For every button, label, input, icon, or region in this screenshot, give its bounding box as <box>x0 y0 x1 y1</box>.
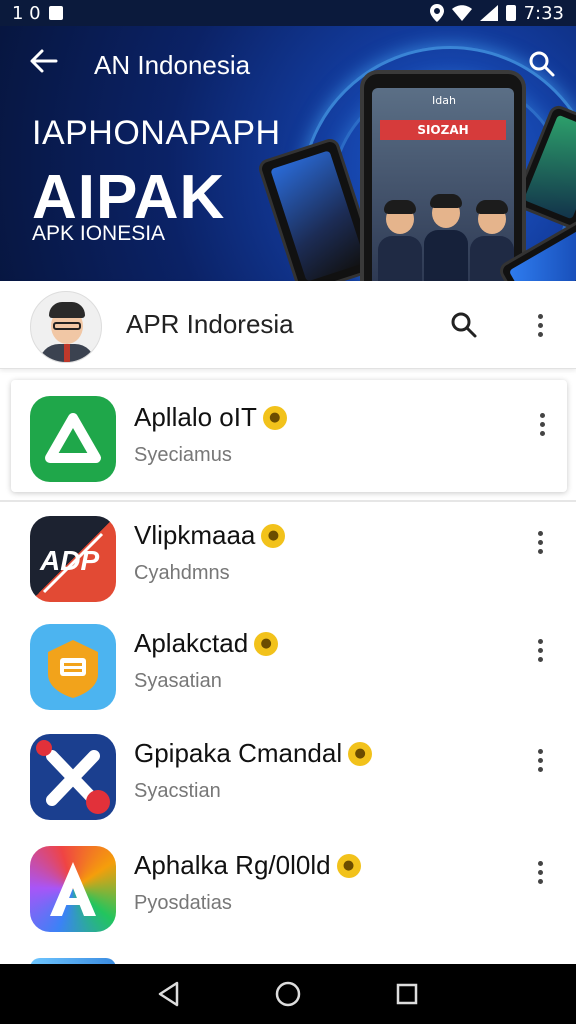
app-subtitle: Syasatian <box>134 670 222 692</box>
x-logo-icon <box>30 734 116 820</box>
home-circle-icon[interactable] <box>268 974 308 1014</box>
hero-banner: Idah SIOZAH AN Indonesia IAPHONAPAPH AIP… <box>0 26 576 281</box>
recents-square-icon[interactable] <box>387 974 427 1014</box>
app-title-text: Apllalo oIT <box>134 402 257 432</box>
verified-badge-icon: ● <box>254 631 279 656</box>
app-title: Aphalka Rg/0l0ld ● <box>134 850 361 881</box>
person-illustration <box>378 200 422 281</box>
phone-screen-text: Idah <box>432 94 456 107</box>
list-item[interactable]: Gpipaka Cmandal ● Syacstian <box>0 716 576 826</box>
app-title: Apllalo oIT ● <box>134 402 287 433</box>
status-left-text: 1 0 <box>12 2 41 24</box>
item-menu-icon[interactable] <box>522 404 562 444</box>
hero-subtitle: APK IONESIA <box>32 222 166 245</box>
app-title: Gpipaka Cmandal ● <box>134 738 373 769</box>
search-icon[interactable] <box>444 305 484 345</box>
app-header: APR Indoresia <box>0 281 576 369</box>
navigation-bar <box>0 964 576 1024</box>
app-title-text: Aplakctad <box>134 628 249 658</box>
verified-badge-icon: ● <box>262 405 287 430</box>
app-subtitle: Syeciamus <box>134 444 232 466</box>
app-subtitle: Syacstian <box>134 780 221 802</box>
wifi-icon <box>451 5 472 21</box>
overflow-menu-icon[interactable] <box>520 305 560 345</box>
person-illustration <box>424 194 468 281</box>
signal-icon <box>479 5 498 21</box>
phone-screen-banner: SIOZAH <box>380 120 506 140</box>
list-item[interactable]: Aphalka Rg/0l0ld ● Pyosdatias <box>0 828 576 938</box>
verified-badge-icon: ● <box>336 853 361 878</box>
page-title: APR Indoresia <box>126 309 294 339</box>
app-title-text: Gpipaka Cmandal <box>134 738 343 768</box>
list-item[interactable]: ADP Vlipkmaaa ● Cyahdmns <box>0 498 576 608</box>
adp-logo-icon: ADP <box>30 516 116 602</box>
hero-headline-top: IAPHONAPAPH <box>32 114 281 152</box>
back-triangle-icon[interactable] <box>149 974 189 1014</box>
verified-badge-icon: ● <box>348 741 373 766</box>
hero-title: AN Indonesia <box>94 50 251 80</box>
item-menu-icon[interactable] <box>520 630 560 670</box>
phone-illustration: Idah SIOZAH <box>360 70 526 281</box>
location-icon <box>429 4 444 22</box>
avatar[interactable] <box>30 291 102 363</box>
svg-text:ADP: ADP <box>39 545 99 576</box>
rainbow-a-icon <box>30 846 116 932</box>
app-subtitle: Cyahdmns <box>134 562 230 584</box>
drive-triangle-icon <box>30 396 116 482</box>
item-menu-icon[interactable] <box>520 740 560 780</box>
search-icon[interactable] <box>528 50 558 80</box>
item-menu-icon[interactable] <box>520 852 560 892</box>
app-title-text: Aphalka Rg/0l0ld <box>134 850 331 880</box>
list-item[interactable]: Aplakctad ● Syasatian <box>0 606 576 716</box>
app-title: Vlipkmaaa ● <box>134 520 286 551</box>
notification-icon <box>48 6 63 20</box>
item-menu-icon[interactable] <box>520 522 560 562</box>
back-arrow-icon[interactable] <box>28 46 64 82</box>
shield-document-icon <box>30 624 116 710</box>
battery-icon <box>505 5 516 21</box>
app-subtitle: Pyosdatias <box>134 892 232 914</box>
app-title-text: Vlipkmaaa <box>134 520 256 550</box>
list-item[interactable]: Apllalo oIT ● Syeciamus <box>11 380 567 492</box>
status-time: 7:33 <box>523 2 564 24</box>
status-bar: 1 0 7:33 <box>0 0 576 26</box>
verified-badge-icon: ● <box>261 523 286 548</box>
app-title: Aplakctad ● <box>134 628 279 659</box>
